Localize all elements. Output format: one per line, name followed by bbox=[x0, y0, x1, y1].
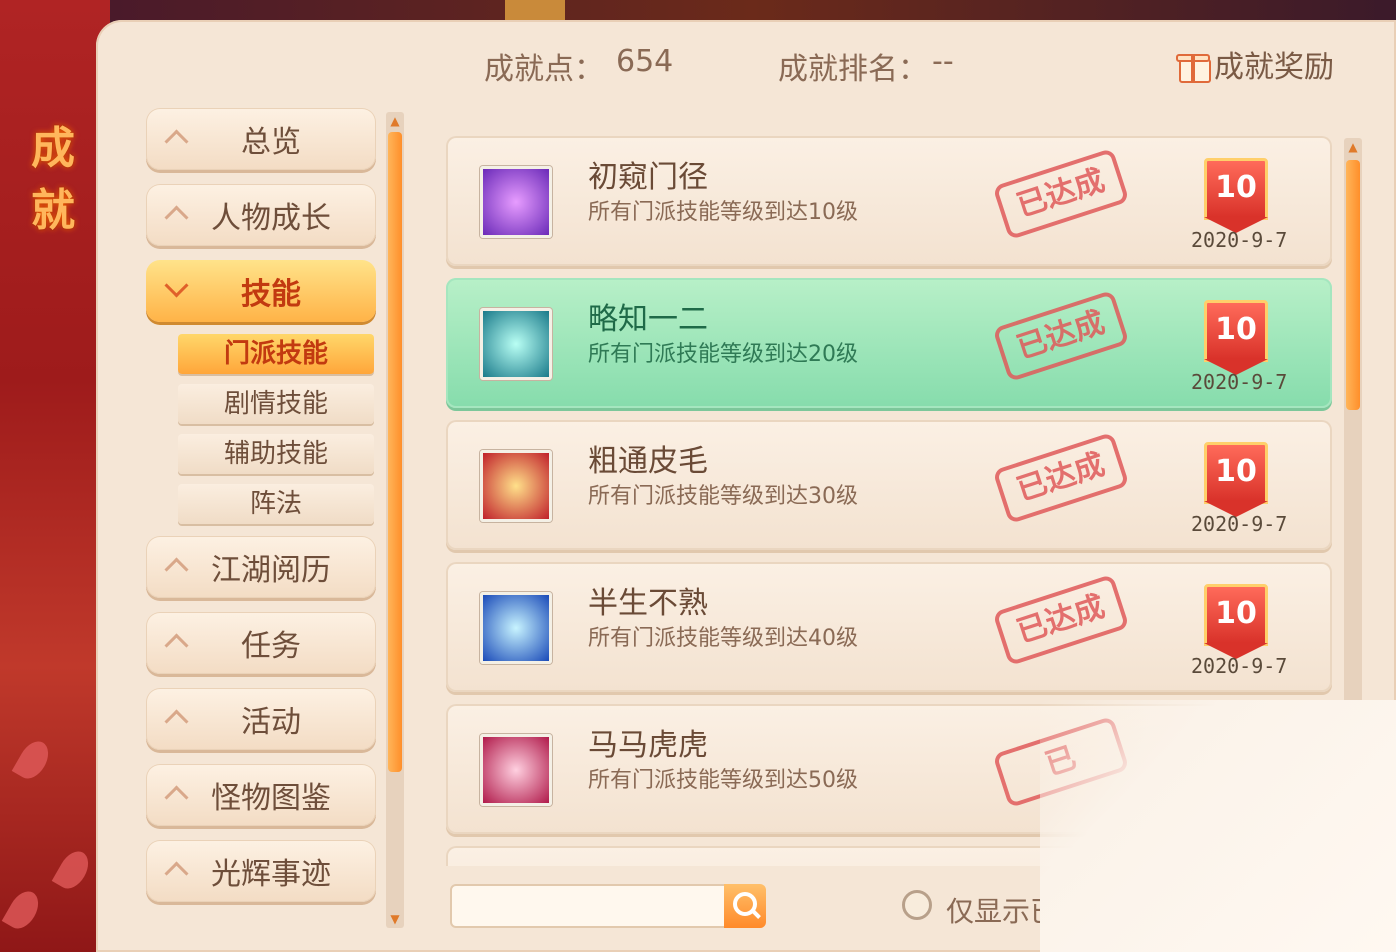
scroll-thumb[interactable] bbox=[388, 132, 402, 772]
subcategory-story-skills[interactable]: 剧情技能 bbox=[178, 384, 374, 424]
category-label: 人物成长 bbox=[211, 201, 331, 236]
scroll-up-arrow-icon[interactable]: ▲ bbox=[386, 112, 404, 130]
completed-stamp: 已达成 bbox=[992, 147, 1130, 241]
category-skills[interactable]: 技能 bbox=[146, 260, 376, 322]
reward-label: 成就奖励 bbox=[1214, 50, 1334, 85]
completed-stamp: 已达成 bbox=[992, 289, 1130, 383]
window-title: 成 就 bbox=[31, 123, 75, 236]
chevron-up-icon bbox=[160, 631, 196, 655]
category-character-growth[interactable]: 人物成长 bbox=[146, 184, 376, 246]
panel-header: 成就点： 654 成就排名： -- 成就奖励 bbox=[96, 20, 1396, 104]
achievement-date: 2020-9-7 bbox=[1191, 512, 1288, 536]
purple-skill-icon bbox=[480, 166, 552, 238]
overlay-glare bbox=[1040, 700, 1396, 952]
achievement-desc: 所有门派技能等级到达50级 bbox=[588, 768, 858, 793]
chevron-up-icon bbox=[160, 203, 196, 227]
blue-figure-icon bbox=[480, 592, 552, 664]
category-monster-codex[interactable]: 怪物图鉴 bbox=[146, 764, 376, 826]
achievement-name: 粗通皮毛 bbox=[588, 444, 708, 479]
achievement-desc: 所有门派技能等级到达30级 bbox=[588, 484, 858, 509]
search-field[interactable] bbox=[450, 884, 726, 928]
chevron-up-icon bbox=[160, 859, 196, 883]
pink-burst-icon bbox=[480, 734, 552, 806]
achievement-date: 2020-9-7 bbox=[1191, 228, 1288, 252]
petal-decor bbox=[11, 736, 55, 784]
category-glory[interactable]: 光辉事迹 bbox=[146, 840, 376, 902]
points-value: 654 bbox=[616, 44, 674, 79]
points-badge: 10 bbox=[1198, 158, 1274, 234]
category-scrollbar[interactable]: ▲ ▼ bbox=[386, 112, 404, 928]
search-input[interactable] bbox=[452, 886, 724, 926]
category-label: 光辉事迹 bbox=[211, 857, 331, 892]
points-badge: 10 bbox=[1198, 442, 1274, 518]
search-button[interactable] bbox=[724, 884, 766, 928]
achievement-date: 2020-9-7 bbox=[1191, 654, 1288, 678]
subcategory-formation[interactable]: 阵法 bbox=[178, 484, 374, 524]
achievement-name: 略知一二 bbox=[588, 302, 708, 337]
subcategory-school-skills[interactable]: 门派技能 bbox=[178, 334, 374, 374]
chevron-up-icon bbox=[160, 127, 196, 151]
achievement-row[interactable]: 略知一二 所有门派技能等级到达20级 已达成 10 2020-9-7 bbox=[446, 278, 1332, 408]
petal-decor bbox=[51, 846, 95, 894]
category-label: 任务 bbox=[241, 629, 301, 664]
chevron-up-icon bbox=[160, 707, 196, 731]
achievement-row[interactable]: 初窥门径 所有门派技能等级到达10级 已达成 10 2020-9-7 bbox=[446, 136, 1332, 266]
completed-stamp: 已达成 bbox=[992, 431, 1130, 525]
achievement-row[interactable]: 粗通皮毛 所有门派技能等级到达30级 已达成 10 2020-9-7 bbox=[446, 420, 1332, 550]
achievement-scrollbar[interactable]: ▲ bbox=[1344, 138, 1362, 718]
category-jianghu[interactable]: 江湖阅历 bbox=[146, 536, 376, 598]
reward-button[interactable]: 成就奖励 bbox=[1176, 42, 1334, 86]
scroll-down-arrow-icon[interactable]: ▼ bbox=[386, 910, 404, 928]
teal-meditation-icon bbox=[480, 308, 552, 380]
achievement-desc: 所有门派技能等级到达40级 bbox=[588, 626, 858, 651]
achievement-name: 初窥门径 bbox=[588, 160, 708, 195]
category-events[interactable]: 活动 bbox=[146, 688, 376, 750]
points-badge: 10 bbox=[1198, 584, 1274, 660]
achievement-date: 2020-9-7 bbox=[1191, 370, 1288, 394]
scroll-up-arrow-icon[interactable]: ▲ bbox=[1344, 138, 1362, 156]
rank-value: -- bbox=[932, 44, 954, 79]
category-label: 活动 bbox=[241, 705, 301, 740]
points-badge: 10 bbox=[1198, 300, 1274, 376]
scroll-thumb[interactable] bbox=[1346, 160, 1360, 410]
achievement-desc: 所有门派技能等级到达10级 bbox=[588, 200, 858, 225]
chevron-up-icon bbox=[160, 783, 196, 807]
subcategory-assist-skills[interactable]: 辅助技能 bbox=[178, 434, 374, 474]
achievement-name: 马马虎虎 bbox=[588, 728, 708, 763]
category-overview[interactable]: 总览 bbox=[146, 108, 376, 170]
rank-label: 成就排名： bbox=[778, 52, 928, 87]
red-aura-icon bbox=[480, 450, 552, 522]
achievement-row[interactable]: 半生不熟 所有门派技能等级到达40级 已达成 10 2020-9-7 bbox=[446, 562, 1332, 692]
gift-icon bbox=[1176, 47, 1211, 83]
completed-stamp: 已达成 bbox=[992, 573, 1130, 667]
petal-decor bbox=[1, 886, 45, 934]
category-label: 技能 bbox=[241, 277, 301, 312]
category-label: 总览 bbox=[241, 125, 301, 160]
category-label: 江湖阅历 bbox=[211, 553, 331, 588]
chevron-down-icon bbox=[160, 279, 196, 303]
achievement-desc: 所有门派技能等级到达20级 bbox=[588, 342, 858, 367]
chevron-up-icon bbox=[160, 555, 196, 579]
achievement-name: 半生不熟 bbox=[588, 586, 708, 621]
show-completed-radio[interactable] bbox=[902, 890, 932, 920]
category-quests[interactable]: 任务 bbox=[146, 612, 376, 674]
category-label: 怪物图鉴 bbox=[211, 781, 331, 816]
points-label: 成就点： bbox=[484, 52, 604, 87]
